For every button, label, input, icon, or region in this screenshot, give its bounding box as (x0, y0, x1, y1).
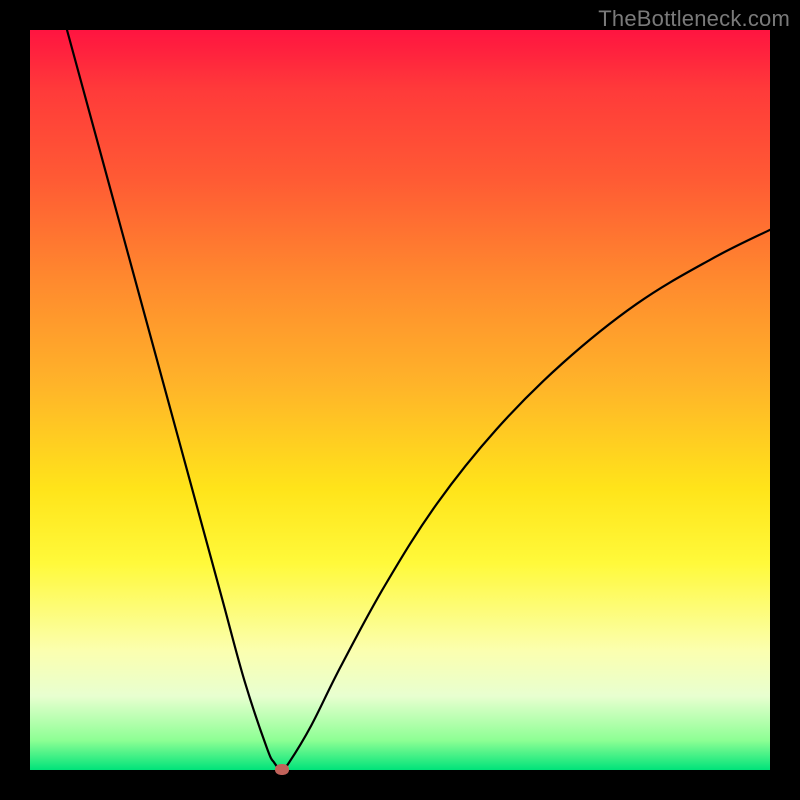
plot-area (30, 30, 770, 770)
watermark-text: TheBottleneck.com (598, 6, 790, 32)
bottleneck-curve (30, 30, 770, 770)
chart-frame: TheBottleneck.com (0, 0, 800, 800)
optimal-point-marker (275, 764, 289, 775)
